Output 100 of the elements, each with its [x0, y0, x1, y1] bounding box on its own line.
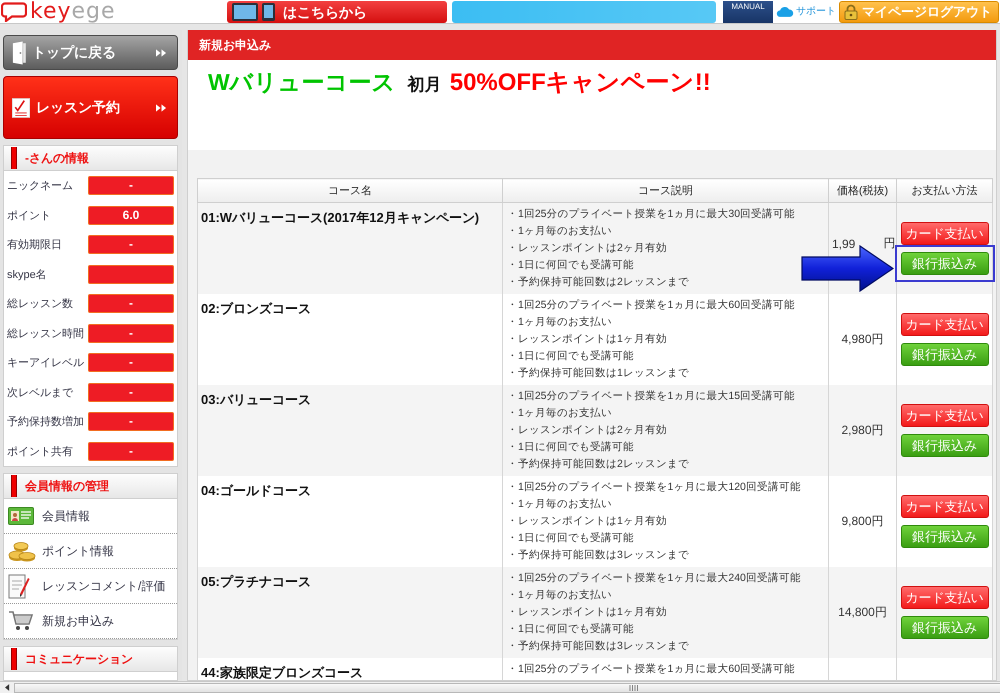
- support-link[interactable]: サポート: [796, 6, 836, 18]
- price-text: 14,800円: [838, 604, 887, 621]
- course-name: 05:プラチナコース: [201, 574, 311, 589]
- info-label: ポイント: [7, 208, 52, 223]
- clipboard-pen-icon: [8, 573, 30, 599]
- course-detail: ・1日に何回でも受講可能: [507, 349, 635, 364]
- course-detail: ・1日に何回でも受講可能: [507, 531, 635, 546]
- double-arrow-icon: [156, 104, 167, 112]
- course-detail: ・1回25分のプライベート授業を1ヶ月に最大120回受講可能: [507, 480, 802, 495]
- scroll-left-icon[interactable]: [5, 684, 10, 691]
- id-card-icon: [8, 507, 34, 525]
- info-label: ニックネーム: [7, 179, 74, 194]
- info-value: -: [88, 353, 174, 372]
- coins-icon: [8, 540, 36, 562]
- info-label: 有効期限日: [7, 238, 63, 252]
- course-detail: ・レッスンポイントは1ヶ月有効: [507, 514, 668, 529]
- column-header: お支払い方法: [896, 178, 992, 202]
- course-detail: ・1日に何回でも受講可能: [507, 440, 635, 455]
- course-detail: ・1回25分のプライベート授業を1ヵ月に最大30回受講可能: [507, 207, 796, 222]
- info-value: -: [88, 324, 174, 343]
- info-label: ポイント共有: [7, 444, 74, 459]
- info-label: skype名: [7, 268, 48, 282]
- course-name: 02:ブロンズコース: [201, 301, 311, 316]
- price-text: 9,800円: [841, 513, 884, 530]
- menu-item[interactable]: 会員情報: [4, 499, 177, 534]
- info-value: -: [88, 382, 174, 402]
- banner-text: はこちらから: [283, 2, 367, 20]
- course-detail: ・1ヶ月毎のお支払い: [507, 406, 613, 421]
- section-title: 会員情報の管理: [25, 478, 109, 494]
- cloud-icon: [776, 6, 794, 18]
- info-label: キーアイレベル: [7, 356, 85, 370]
- course-name: 44:家族限定ブロンズコース: [201, 665, 363, 680]
- speech-bubble-icon: [1, 2, 27, 22]
- course-detail: ・予約保持可能回数は2レッスンまで: [507, 457, 690, 472]
- column-header: 価格(税抜): [828, 178, 896, 202]
- course-detail: ・レッスンポイントは2ヶ月有効: [507, 241, 668, 256]
- bank-transfer-button[interactable]: 銀行振込み: [900, 343, 988, 366]
- ad-banner[interactable]: [452, 0, 716, 22]
- course-name: 01:Wバリューコース(2017年12月キャンペーン): [201, 210, 480, 225]
- price-text: 4,980円: [841, 331, 884, 348]
- card-payment-button[interactable]: カード支払い: [900, 313, 988, 336]
- course-detail: ・予約保持可能回数は3レッスンまで: [507, 548, 690, 563]
- section-marker-icon: [11, 475, 17, 497]
- course-detail: ・予約保持可能回数は1レッスンまで: [507, 366, 690, 381]
- price-text: 2,980円: [841, 422, 884, 439]
- menu-item[interactable]: レッスンコメント/評価: [4, 569, 177, 604]
- menu-item[interactable]: 新規お申込み: [4, 604, 177, 639]
- info-value: -: [88, 294, 174, 314]
- logout-button[interactable]: マイページログアウト: [839, 0, 999, 22]
- bank-transfer-button[interactable]: 銀行振込み: [900, 525, 988, 548]
- course-detail: ・予約保持可能回数は2レッスンまで: [507, 275, 690, 290]
- card-payment-button[interactable]: カード支払い: [900, 586, 988, 609]
- bank-transfer-button[interactable]: 銀行振込み: [900, 252, 988, 275]
- course-detail: ・レッスンポイントは2ヶ月有効: [507, 423, 668, 438]
- manual-banner[interactable]: MANUAL: [723, 0, 773, 22]
- campaign-course-name: Wバリューコース: [208, 68, 396, 97]
- section-marker-icon: [11, 648, 17, 670]
- back-to-top-button[interactable]: トップに戻る: [3, 35, 178, 70]
- lesson-reserve-button[interactable]: レッスン予約: [3, 76, 178, 139]
- price-text: 1,99: [832, 236, 856, 250]
- campaign-offer: 50%OFFキャンペーン!!: [450, 68, 711, 98]
- horizontal-scrollbar[interactable]: [0, 681, 1000, 693]
- door-icon: [12, 40, 28, 64]
- tablet-phone-icon: [231, 2, 277, 22]
- section-marker-icon: [11, 147, 17, 169]
- double-arrow-icon: [156, 48, 167, 56]
- course-detail: ・レッスンポイントは1ヶ月有効: [507, 332, 668, 347]
- info-label: 予約保持数増加: [7, 414, 85, 430]
- bank-transfer-button[interactable]: 銀行振込み: [900, 616, 988, 639]
- course-name: 03:バリューコース: [201, 392, 311, 407]
- card-payment-button[interactable]: カード支払い: [900, 495, 988, 518]
- smartphone-banner[interactable]: はこちらから: [227, 0, 447, 22]
- info-label: 総レッスン時間: [7, 326, 85, 341]
- course-detail: ・予約保持可能回数は3レッスンまで: [507, 639, 690, 654]
- course-name: 04:ゴールドコース: [201, 483, 311, 498]
- info-label: 総レッスン数: [7, 297, 74, 312]
- scrollbar-thumb[interactable]: [14, 682, 1000, 692]
- card-payment-button[interactable]: カード支払い: [900, 222, 988, 245]
- price-text: 円: [883, 235, 896, 252]
- cart-icon: [8, 610, 34, 632]
- info-value: 6.0: [88, 206, 174, 225]
- section-title: -さんの情報: [25, 150, 89, 166]
- course-detail: ・1ヶ月毎のお支払い: [507, 224, 613, 239]
- course-detail: ・1日に何回でも受講可能: [507, 622, 635, 637]
- campaign-prefix: 初月: [408, 74, 442, 96]
- logo-text[interactable]: keyege: [30, 0, 116, 22]
- course-detail: ・1ヶ月毎のお支払い: [507, 315, 613, 330]
- course-detail: ・レッスンポイントは1ヶ月有効: [507, 605, 668, 620]
- info-value: -: [88, 442, 174, 461]
- course-detail: ・1ヶ月毎のお支払い: [507, 497, 613, 512]
- course-detail: ・1回25分のプライベート授業を1ヵ月に最大15回受講可能: [507, 389, 796, 404]
- course-detail: ・1日に何回でも受講可能: [507, 258, 635, 273]
- bank-transfer-button[interactable]: 銀行振込み: [900, 434, 988, 457]
- menu-item[interactable]: ポイント情報: [4, 534, 177, 569]
- course-detail: ・1回25分のプライベート授業を1ヵ月に最大60回受講可能: [507, 662, 796, 677]
- course-detail: ・1ヶ月毎のお支払い: [507, 588, 613, 603]
- info-value: -: [88, 235, 174, 254]
- card-payment-button[interactable]: カード支払い: [900, 404, 988, 427]
- column-header: コース説明: [502, 178, 828, 202]
- lock-icon: [844, 4, 858, 20]
